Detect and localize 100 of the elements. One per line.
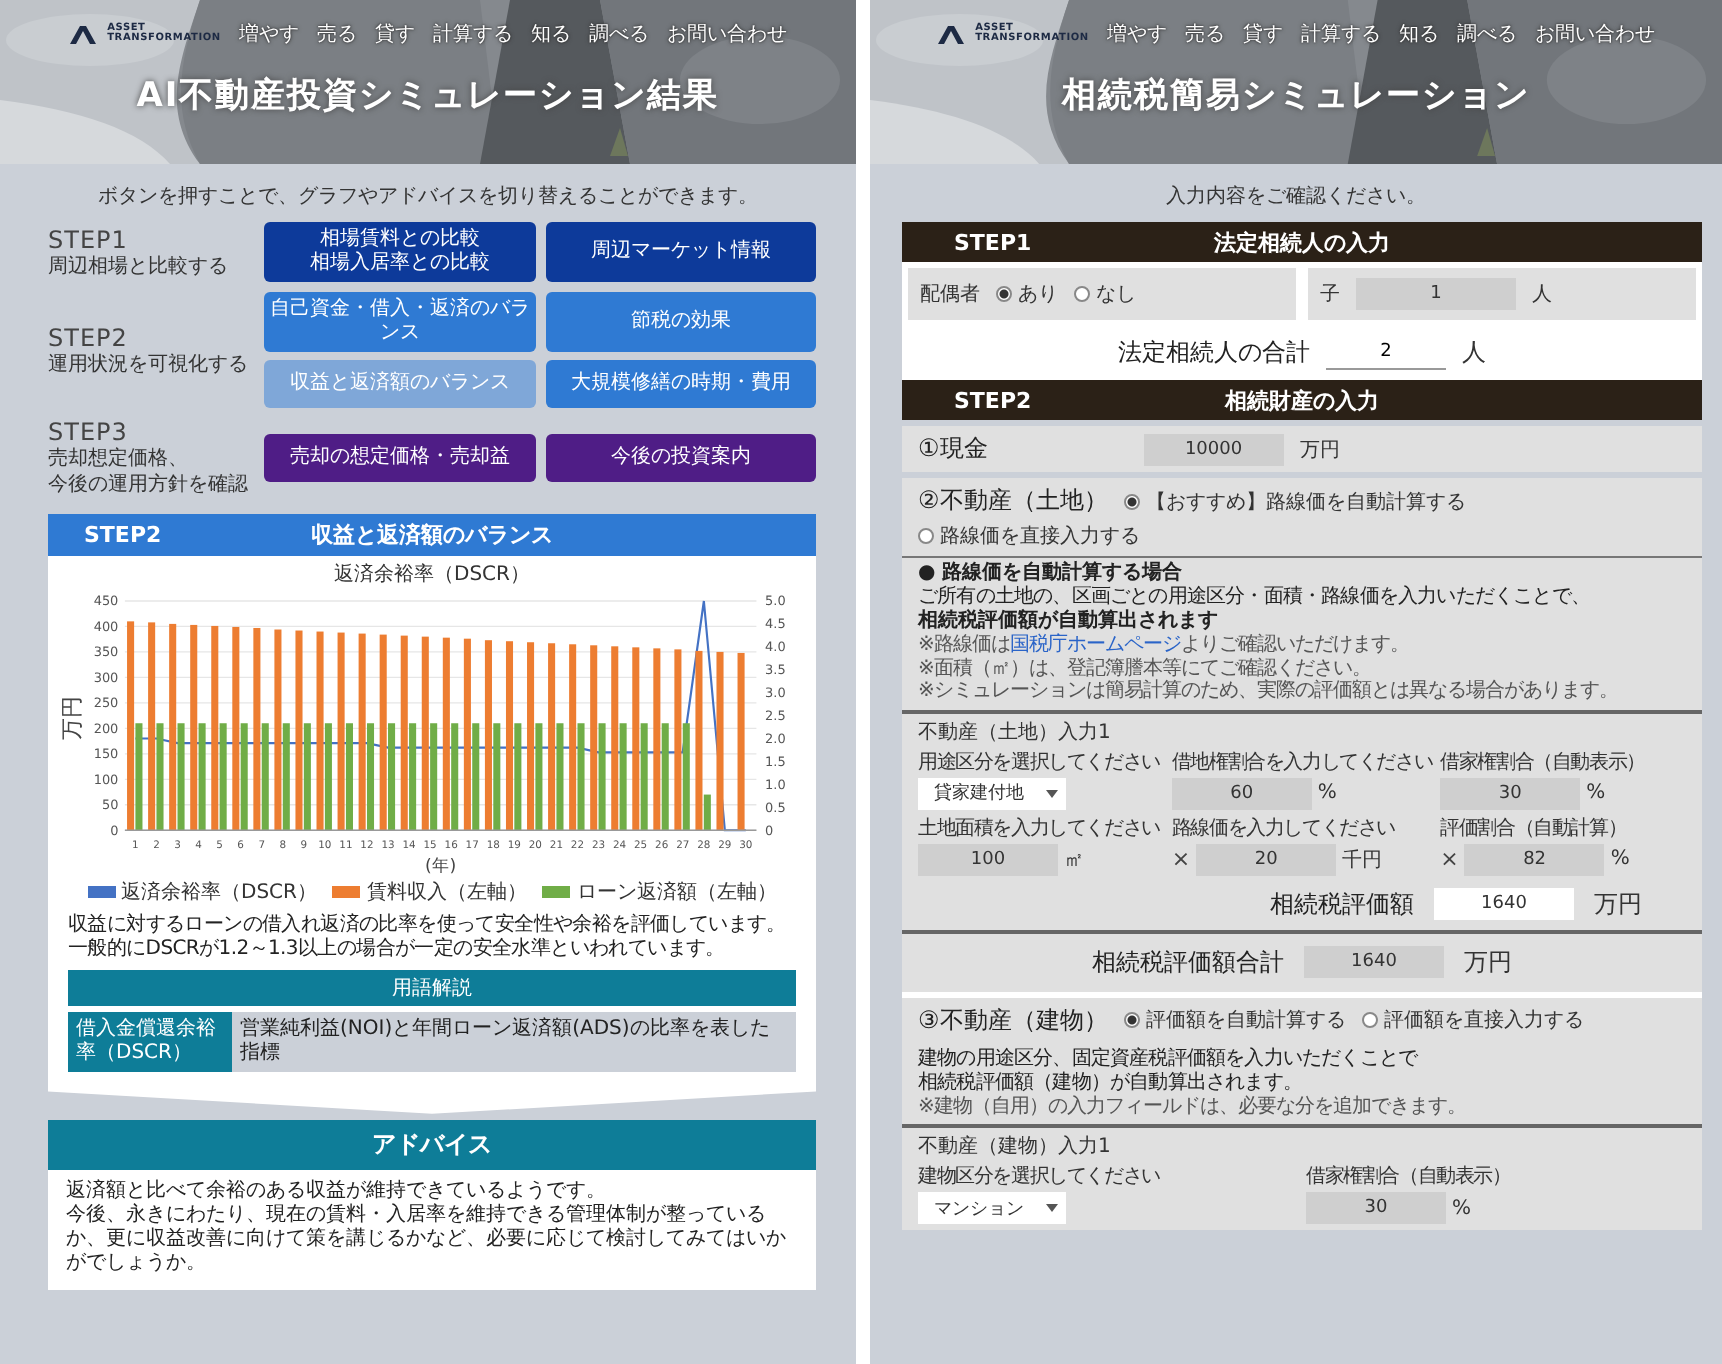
valuation-label: 相続税評価額 [1270, 887, 1414, 921]
nav-link[interactable]: 貸す [1242, 20, 1283, 48]
input-field[interactable]: 60 [1171, 777, 1312, 809]
radio-icon[interactable] [1123, 493, 1140, 509]
legend-swatch [542, 885, 571, 898]
step-button[interactable]: 相場賃料との比較 相場入居率との比較 [264, 222, 535, 282]
nav-link[interactable]: 貸す [374, 20, 415, 48]
input-field[interactable]: 100 [918, 843, 1058, 875]
step-button[interactable]: 節税の効果 [545, 292, 816, 352]
intro-text: 入力内容をご確認ください。 [1164, 183, 1428, 210]
section-title: 相続財産の入力 [1222, 385, 1381, 415]
input-field[interactable]: 20 [1196, 843, 1337, 875]
nav-link[interactable]: 売る [1184, 20, 1225, 48]
step-label: STEP3 [48, 418, 130, 446]
unit-label: % [1610, 848, 1630, 870]
page-title: AI不動産投資シミュレーション結果 [136, 74, 720, 118]
radio-option[interactable]: 評価額を自動計算する [1123, 1006, 1346, 1034]
step-description: 売却想定価格、 [48, 448, 190, 472]
input-field[interactable]: 30 [1440, 777, 1581, 809]
input-field[interactable]: 1640 [1304, 946, 1444, 978]
nav-link[interactable]: 増やす [1106, 20, 1167, 48]
input-field[interactable]: 1 [1356, 278, 1516, 310]
legend-label: 返済余裕率（DSCR） [121, 879, 317, 906]
radio-option[interactable]: 路線価を直接入力する [918, 522, 1140, 550]
unit-label: 人 [1462, 336, 1486, 370]
glossary-heading: 用語解説 [68, 969, 796, 1006]
field-label: 子 [1320, 282, 1340, 308]
radio-option[interactable]: あり [996, 280, 1058, 308]
nav-link[interactable]: 調べる [588, 20, 649, 48]
page-title: 相続税簡易シミュレーション [1062, 74, 1530, 118]
input-field[interactable]: 30 [1306, 1192, 1446, 1224]
nav-link[interactable]: お問い合わせ [666, 20, 787, 48]
logo-icon [937, 24, 970, 44]
radio-icon[interactable] [1123, 1012, 1140, 1028]
total-label: 法定相続人の合計 [1118, 336, 1310, 370]
step-button[interactable]: 大規模修繕の時期・費用 [545, 360, 816, 408]
field-label: 配偶者 [920, 281, 980, 308]
step-description: 運用状況を可視化する [48, 353, 250, 377]
field-label: 建物区分を選択してください [918, 1163, 1162, 1190]
advice-text: 今後、永きにわたり、現在の賃料・入居率を維持できる管理体制が整っているか、更に収益改善に向けて策を講じるかなど、必要に応じて検討してみてはいかがでしょうか。 [66, 1204, 788, 1278]
axis-title: 万円 [60, 695, 86, 740]
small-note: ※路線価は国税庁ホームページよりご確認いただけます。 [918, 634, 1411, 657]
radio-option[interactable]: 評価額を直接入力する [1361, 1006, 1584, 1034]
unit-label: 万円 [1299, 437, 1340, 463]
small-note: ※シミュレーションは簡易計算のため、実際の評価額とは異なる場合があります。 [918, 680, 1620, 703]
nav-link[interactable]: 計算する [1300, 20, 1381, 48]
nav-link[interactable]: 計算する [432, 20, 513, 48]
step-button[interactable]: 自己資金・借入・返済のバランス [264, 292, 535, 352]
glossary-term: 借入金償還余裕率（DSCR） [68, 1011, 232, 1072]
radio-option[interactable]: 【おすすめ】路線価を自動計算する [1123, 487, 1466, 515]
unit-label: ㎡ [1064, 847, 1084, 873]
select-field[interactable]: マンション [918, 1192, 1066, 1224]
field-label: 評価割合（自動計算） [1440, 815, 1629, 841]
input-field[interactable]: 10000 [1143, 433, 1284, 465]
caret-icon [1046, 1204, 1058, 1212]
unit-label: 人 [1532, 282, 1552, 308]
step-button[interactable]: 売却の想定価格・売却益 [264, 434, 535, 482]
radio-icon[interactable] [918, 528, 934, 544]
unit-label: % [1586, 782, 1606, 804]
note-heading: ● 路線価を自動計算する場合 [918, 562, 1185, 585]
nav-link[interactable]: 増やす [238, 20, 299, 48]
nav-link[interactable]: お問い合わせ [1534, 20, 1655, 48]
radio-option[interactable]: なし [1074, 280, 1136, 308]
chart-note: 一般的にDSCRが1.2～1.3以上の場合が一定の安全水準といわれています。 [68, 937, 727, 962]
legend-swatch [87, 885, 115, 898]
radio-icon[interactable] [996, 286, 1012, 302]
step-description: 周辺相場と比較する [48, 255, 230, 279]
radio-icon[interactable] [1361, 1012, 1378, 1028]
nav-link[interactable]: 調べる [1456, 20, 1517, 48]
nav-link[interactable]: 知る [1398, 20, 1439, 48]
step-label: STEP2 [952, 387, 1034, 413]
field-label: 借地権割合を入力してください [1171, 749, 1433, 775]
field-label: 用途区分を選択してください [918, 749, 1162, 775]
intro-text: ボタンを押すことで、グラフやアドバイスを切り替えることができます。 [96, 183, 760, 210]
step-button[interactable]: 周辺マーケット情報 [545, 222, 816, 282]
multiply-sign: × [1440, 846, 1459, 872]
asset-label: ③不動産（建物） [918, 1003, 1108, 1037]
note-emphasis: 相続税評価額が自動算出されます [918, 610, 1220, 633]
field-label: 土地面積を入力してください [918, 815, 1162, 841]
caret-icon [1046, 789, 1058, 797]
advice-heading: アドバイス [48, 1119, 816, 1170]
unit-label: % [1317, 782, 1337, 804]
step-button[interactable]: 今後の投資案内 [545, 434, 816, 482]
note-link[interactable]: 国税庁ホームページ [1009, 634, 1181, 656]
form-title: 不動産（建物）入力1 [918, 1133, 1113, 1160]
small-note: ※建物（自用）の入力フィールドは、必要な分を追加できます。 [918, 1095, 1468, 1118]
nav-link[interactable]: 売る [316, 20, 357, 48]
input-field[interactable]: 1640 [1434, 888, 1574, 920]
unit-label: % [1452, 1197, 1472, 1219]
advice-text: 返済額と比べて余裕のある収益が維持できているようです。 [66, 1179, 608, 1203]
input-field[interactable]: 82 [1464, 843, 1605, 875]
legend-label: 賃料収入（左軸） [366, 879, 527, 906]
note-text: ご所有の土地の、区画ごとの用途区分・面積・路線価を入力いただくことで、 [918, 586, 1593, 609]
select-field[interactable]: 貸家建付地 [918, 777, 1066, 809]
legend-swatch [332, 885, 361, 898]
legend-item: 賃料収入（左軸） [332, 877, 527, 906]
radio-icon[interactable] [1074, 286, 1090, 302]
nav-link[interactable]: 知る [530, 20, 571, 48]
legend-label: ローン返済額（左軸） [576, 879, 777, 906]
input-field[interactable]: 2 [1326, 337, 1446, 369]
